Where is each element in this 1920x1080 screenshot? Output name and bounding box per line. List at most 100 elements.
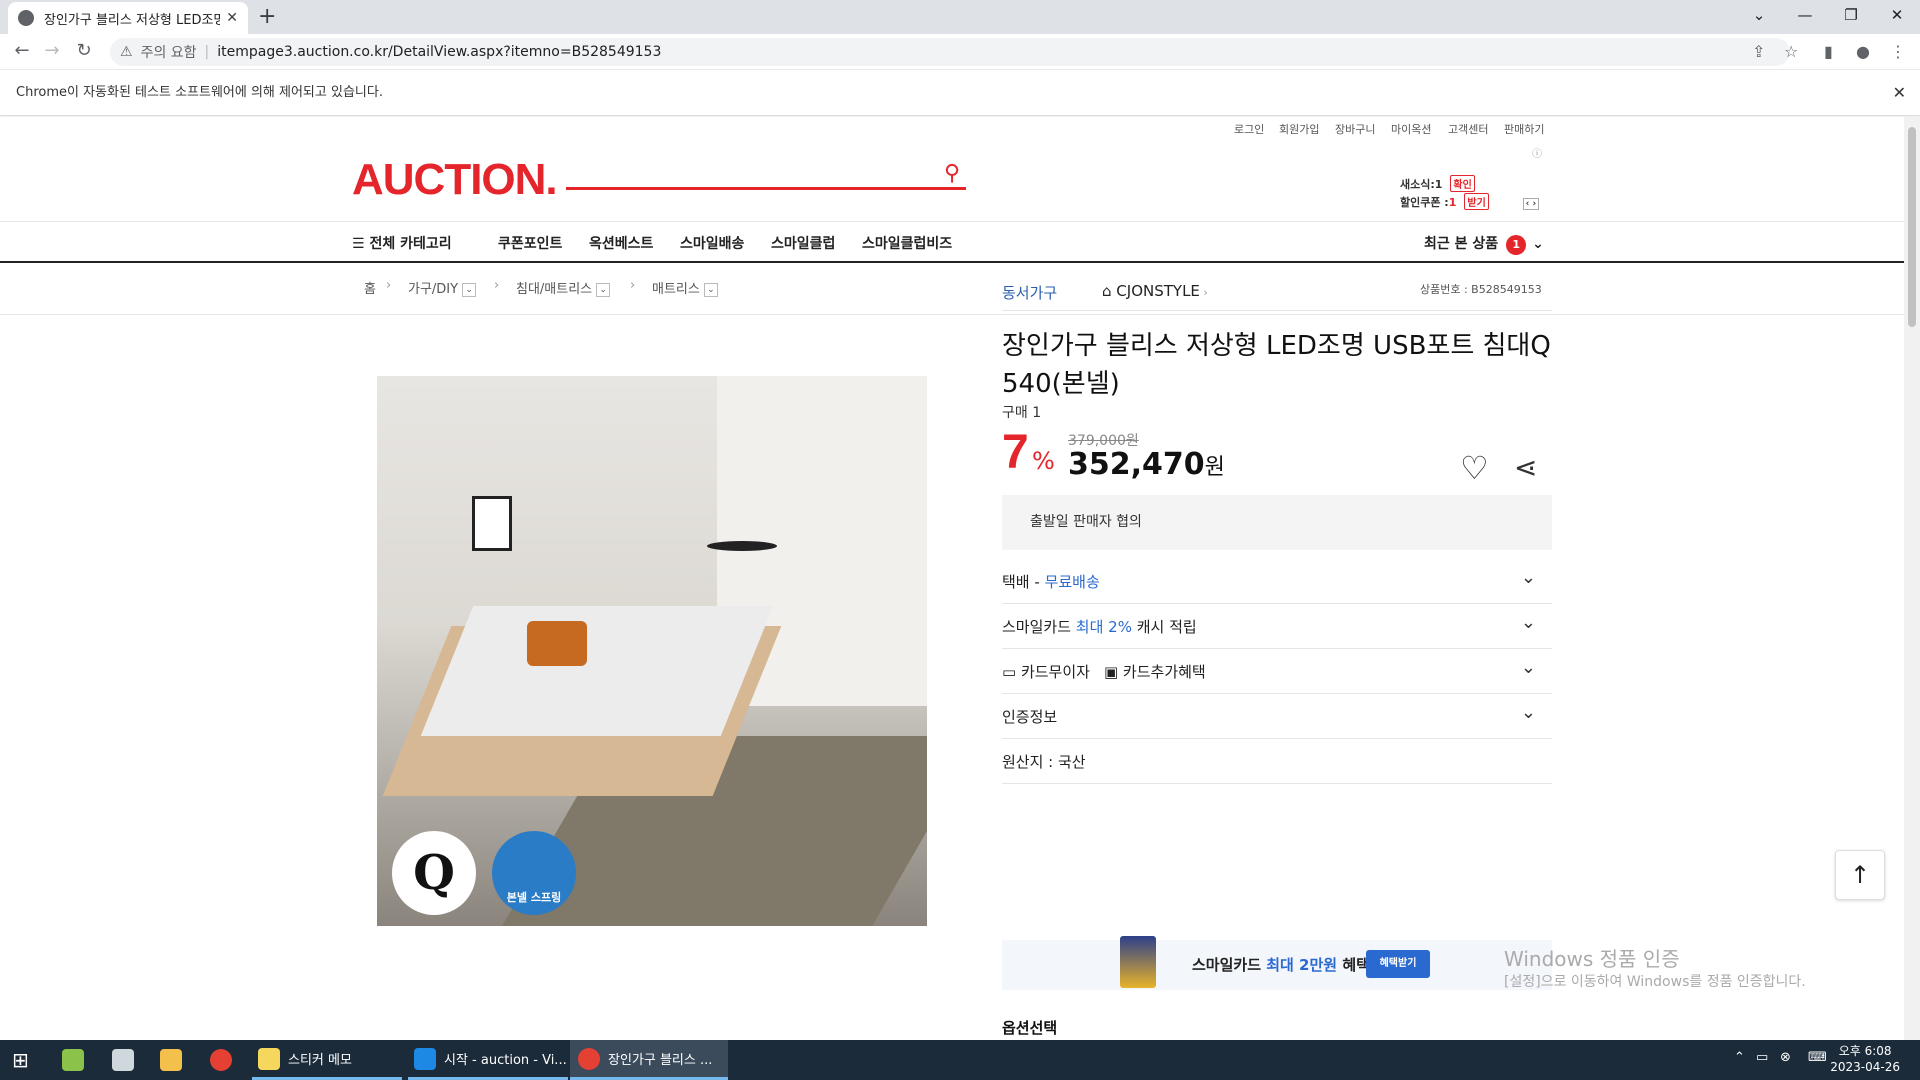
bookmark-star-icon[interactable]: ☆ <box>1784 42 1798 61</box>
chevron-down-icon[interactable]: ⌄ <box>1521 612 1536 633</box>
share-icon[interactable]: ⋖ <box>1514 451 1537 484</box>
maps-icon[interactable] <box>62 1049 84 1071</box>
system-clock[interactable]: 오후 6:08 2023-04-26 <box>1830 1043 1900 1075</box>
profile-icon[interactable]: ● <box>1856 42 1870 61</box>
nav-auction-best[interactable]: 옥션베스트 <box>589 233 653 253</box>
reload-icon[interactable]: ↻ <box>72 40 96 61</box>
dropdown-icon[interactable]: ⌄ <box>596 282 611 297</box>
menu-icon[interactable]: ⋮ <box>1890 42 1906 61</box>
smilecard-row[interactable]: 스마일카드 최대 2% 캐시 적립 ⌄ <box>1002 604 1552 649</box>
url-text[interactable]: itempage3.auction.co.kr/DetailView.aspx?… <box>217 44 661 60</box>
login-link[interactable]: 로그인 <box>1234 121 1264 137</box>
heart-icon[interactable]: ♡ <box>1460 449 1489 487</box>
share-page-icon[interactable]: ⇪ <box>1752 42 1765 61</box>
scrollbar[interactable] <box>1904 117 1920 1040</box>
volume-muted-icon[interactable]: ⊗ <box>1780 1050 1791 1065</box>
activation-watermark-text: [설정]으로 이동하여 Windows를 정품 인증합니다. <box>1504 974 1806 990</box>
taskbar-chrome-window[interactable]: 장인가구 블리스 ... <box>570 1040 728 1080</box>
signup-link[interactable]: 회원가입 <box>1279 121 1319 137</box>
discount-unit: % <box>1032 447 1055 475</box>
breadcrumb: 홈 › 가구/DIY ⌄ › 침대/매트리스 ⌄ › 매트리스 ⌄ 상품번호 : B5… <box>0 263 1904 315</box>
certification-row[interactable]: 인증정보 ⌄ <box>1002 694 1552 739</box>
breadcrumb-level-2[interactable]: 침대/매트리스 ⌄ <box>516 278 611 297</box>
scroll-top-icon[interactable]: ↑ <box>1835 850 1885 900</box>
image-picture-frame <box>472 496 512 551</box>
address-bar[interactable]: ⚠ 주의 요함 | itempage3.auction.co.kr/Detail… <box>110 38 1790 66</box>
infobar-close-icon[interactable]: ✕ <box>1893 70 1906 116</box>
tab-title: 장인가구 블리스 저상형 LED조명 <box>44 12 221 28</box>
coupon-label: 할인쿠폰 : <box>1400 196 1449 209</box>
breadcrumb-level-1[interactable]: 가구/DIY ⌄ <box>408 278 477 297</box>
active-tab[interactable]: 장인가구 블리스 저상형 LED조명 ✕ <box>8 2 248 34</box>
search-input[interactable] <box>566 187 966 190</box>
auction-logo[interactable]: AUCTION. <box>352 155 558 205</box>
store-name: CJONSTYLE <box>1116 282 1200 300</box>
nav-smile-club[interactable]: 스마일클럽 <box>771 233 835 253</box>
breadcrumb-level-3[interactable]: 매트리스 ⌄ <box>652 278 718 297</box>
smilecard-text: 스마일카드 최대 2% 캐시 적립 <box>1002 616 1197 637</box>
product-image[interactable]: Q 본넬 스프링 <box>377 376 927 926</box>
taskbar-sticky-notes[interactable]: 스티커 메모 <box>252 1040 402 1080</box>
new-tab-button[interactable]: + <box>258 4 276 29</box>
customer-center-link[interactable]: 고객센터 <box>1448 121 1488 137</box>
myauction-link[interactable]: 마이옥션 <box>1391 121 1431 137</box>
dropdown-icon[interactable]: ⌄ <box>703 282 718 297</box>
tab-search-icon[interactable]: ⌄ <box>1736 2 1782 28</box>
image-side-table <box>707 541 777 551</box>
security-label[interactable]: 주의 요함 <box>141 42 197 62</box>
discount-rate: 7 <box>1002 426 1029 479</box>
clock-time: 오후 6:08 <box>1838 1044 1892 1058</box>
taskbar-vscode[interactable]: 시작 - auction - Vi... <box>408 1040 568 1080</box>
dropdown-icon[interactable]: ⌄ <box>462 282 477 297</box>
prev-arrow-icon[interactable]: ‹ › <box>1522 198 1540 210</box>
file-explorer-icon[interactable] <box>160 1049 182 1071</box>
sell-link[interactable]: 판매하기 <box>1504 121 1544 137</box>
chrome-icon[interactable] <box>210 1049 232 1071</box>
recent-products-button[interactable]: 최근 본 상품 1 ⌄ <box>1424 233 1544 255</box>
info-icon[interactable]: ⓘ <box>1532 145 1542 160</box>
delivery-label: 택배 - <box>1002 573 1045 591</box>
cart-link[interactable]: 장바구니 <box>1335 121 1375 137</box>
back-icon[interactable]: ← <box>10 40 34 61</box>
home-icon: ⌂ <box>1102 282 1117 300</box>
breadcrumb-separator: › <box>630 278 636 293</box>
quality-badge: Q <box>392 831 476 915</box>
coupon-get-button[interactable]: 받기 <box>1464 193 1489 210</box>
ship-date-box: 출발일 판매자 협의 <box>1002 495 1552 550</box>
card-benefit-row[interactable]: ▭ 카드무이자 ▣ 카드추가혜택 ⌄ <box>1002 649 1552 694</box>
store-link[interactable]: ⌂ CJONSTYLE › <box>1102 282 1208 300</box>
ime-icon[interactable]: ⌨ <box>1808 1050 1827 1065</box>
chevron-down-icon[interactable]: ⌄ <box>1521 657 1536 678</box>
warning-icon[interactable]: ⚠ <box>120 44 133 60</box>
seller-link[interactable]: 동서가구 <box>1002 282 1057 303</box>
banner-benefit-button[interactable]: 혜택받기 <box>1366 950 1430 978</box>
news-count: 1 <box>1434 178 1443 191</box>
taskbar: ⊞ 스티커 메모 시작 - auction - Vi... 장인가구 블리스 .… <box>0 1040 1920 1080</box>
smilecard-banner[interactable]: 스마일카드 최대 2만원 혜택! 혜택받기 <box>1002 936 1552 990</box>
scrollbar-thumb[interactable] <box>1908 127 1916 327</box>
chevron-down-icon[interactable]: ⌄ <box>1521 567 1536 588</box>
news-confirm-button[interactable]: 확인 <box>1450 175 1475 192</box>
minimize-icon[interactable]: — <box>1782 2 1828 28</box>
side-panel-icon[interactable]: ▮ <box>1824 42 1833 61</box>
news-label: 새소식: <box>1400 178 1435 191</box>
window-close-icon[interactable]: ✕ <box>1874 2 1920 28</box>
nav-coupon-point[interactable]: 쿠폰포인트 <box>498 233 562 253</box>
windows-start-icon[interactable]: ⊞ <box>12 1049 34 1071</box>
photo-app-icon[interactable] <box>112 1049 134 1071</box>
taskbar-app-label: 시작 - auction - Vi... <box>444 1053 567 1068</box>
delivery-text: 택배 - 무료배송 <box>1002 571 1100 592</box>
nav-smile-delivery[interactable]: 스마일배송 <box>680 233 744 253</box>
forward-icon[interactable]: → <box>40 40 64 61</box>
network-icon[interactable]: ▭ <box>1756 1050 1768 1065</box>
tab-close-icon[interactable]: ✕ <box>226 10 238 26</box>
tray-chevron-icon[interactable]: ⌃ <box>1734 1050 1745 1065</box>
activation-watermark-title: Windows 정품 인증 <box>1504 947 1680 971</box>
breadcrumb-home[interactable]: 홈 <box>364 278 376 297</box>
search-icon[interactable]: ⚲ <box>944 161 960 186</box>
delivery-row[interactable]: 택배 - 무료배송 ⌄ <box>1002 559 1552 604</box>
chevron-down-icon[interactable]: ⌄ <box>1521 702 1536 723</box>
all-category-button[interactable]: ☰ 전체 카테고리 <box>352 233 452 253</box>
nav-smile-club-biz[interactable]: 스마일클럽비즈 <box>862 233 952 253</box>
restore-icon[interactable]: ❐ <box>1828 2 1874 28</box>
